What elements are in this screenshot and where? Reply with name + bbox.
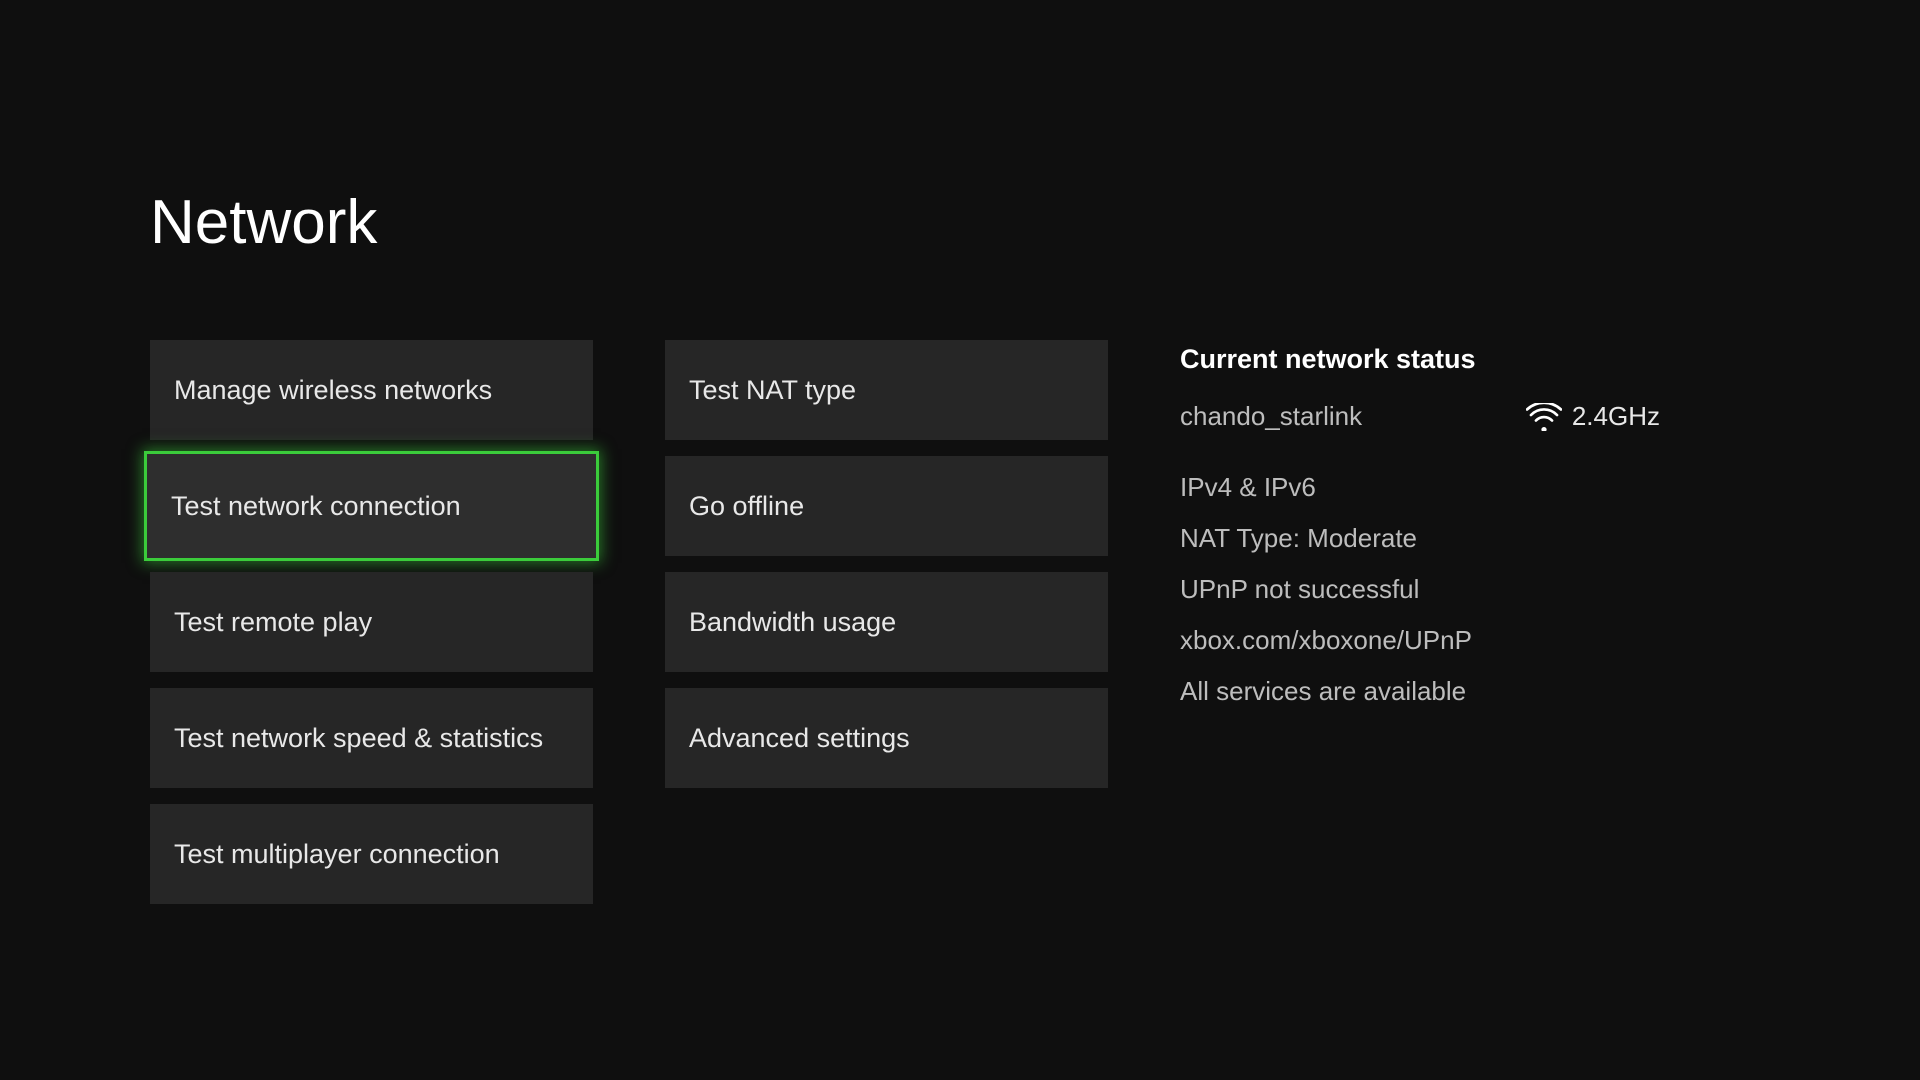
go-offline-button[interactable]: Go offline	[665, 456, 1108, 556]
status-upnp-help: xbox.com/xboxone/UPnP	[1180, 625, 1660, 656]
status-services: All services are available	[1180, 676, 1660, 707]
test-network-speed-button[interactable]: Test network speed & statistics	[150, 688, 593, 788]
option-label: Test NAT type	[689, 375, 856, 406]
option-label: Test multiplayer connection	[174, 839, 500, 870]
advanced-settings-button[interactable]: Advanced settings	[665, 688, 1108, 788]
options-column-2: Test NAT type Go offline Bandwidth usage…	[665, 340, 1108, 904]
options-columns: Manage wireless networks Test network co…	[150, 340, 1108, 904]
option-label: Advanced settings	[689, 723, 910, 754]
bandwidth-usage-button[interactable]: Bandwidth usage	[665, 572, 1108, 672]
test-remote-play-button[interactable]: Test remote play	[150, 572, 593, 672]
page-title: Network	[150, 187, 377, 258]
wifi-icon	[1526, 403, 1562, 431]
option-label: Test network speed & statistics	[174, 723, 543, 754]
test-nat-type-button[interactable]: Test NAT type	[665, 340, 1108, 440]
manage-wireless-networks-button[interactable]: Manage wireless networks	[150, 340, 593, 440]
option-label: Test remote play	[174, 607, 372, 638]
status-ip: IPv4 & IPv6	[1180, 472, 1660, 503]
wifi-band: 2.4GHz	[1572, 401, 1660, 432]
network-status-panel: Current network status chando_starlink 2…	[1180, 344, 1660, 707]
options-column-1: Manage wireless networks Test network co…	[150, 340, 593, 904]
status-ssid: chando_starlink	[1180, 401, 1362, 432]
status-upnp: UPnP not successful	[1180, 574, 1660, 605]
option-label: Test network connection	[171, 491, 461, 522]
status-ssid-row: chando_starlink 2.4GHz	[1180, 401, 1660, 432]
option-label: Go offline	[689, 491, 804, 522]
status-nat: NAT Type: Moderate	[1180, 523, 1660, 554]
wifi-indicator: 2.4GHz	[1526, 401, 1660, 432]
option-label: Bandwidth usage	[689, 607, 896, 638]
option-label: Manage wireless networks	[174, 375, 492, 406]
test-multiplayer-connection-button[interactable]: Test multiplayer connection	[150, 804, 593, 904]
test-network-connection-button[interactable]: Test network connection	[144, 451, 599, 561]
status-list: chando_starlink 2.4GHz IPv4 & IPv6 NAT T…	[1180, 401, 1660, 707]
status-heading: Current network status	[1180, 344, 1660, 375]
